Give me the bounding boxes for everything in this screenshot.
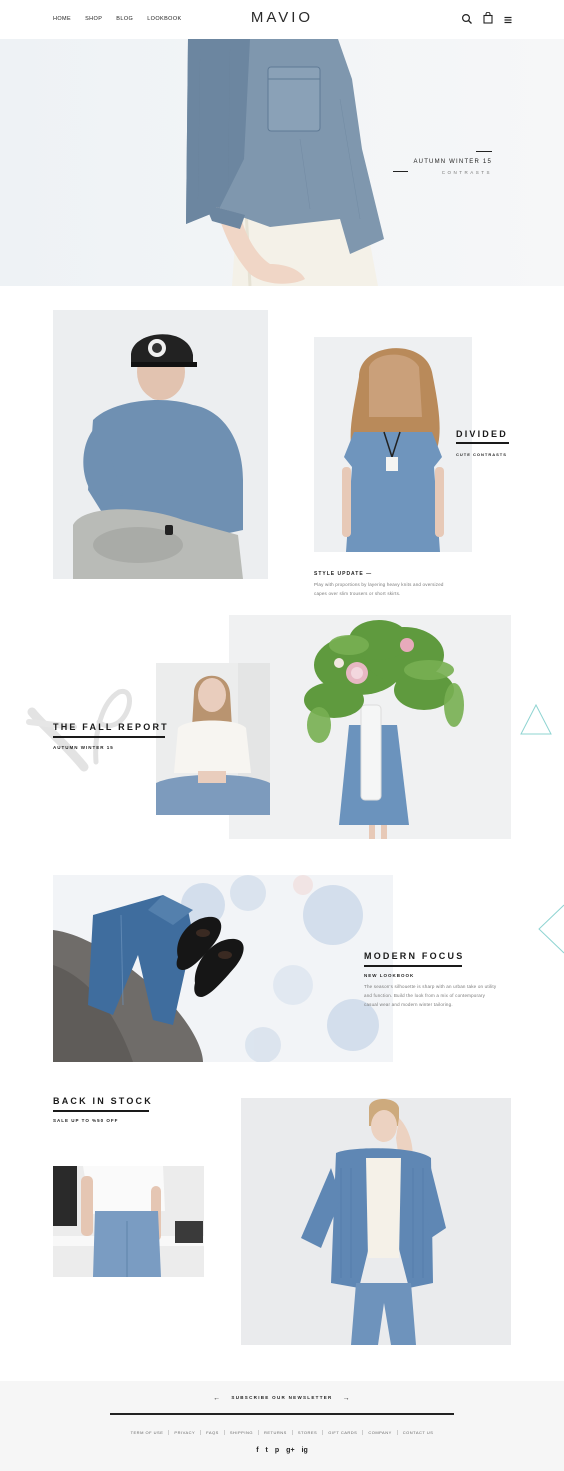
- arrow-left-icon[interactable]: ←: [213, 1395, 221, 1402]
- social-links: f t p g+ ig: [0, 1447, 564, 1454]
- flowers-model-photo[interactable]: [229, 615, 511, 839]
- footer-link-terms[interactable]: TERM OF USE: [126, 1430, 170, 1435]
- search-icon[interactable]: [461, 13, 473, 25]
- newsletter-label[interactable]: SUBSCRIBE OUR NEWSLETTER: [231, 1395, 332, 1400]
- instagram-icon[interactable]: ig: [302, 1447, 308, 1454]
- man-in-cap-image: [73, 334, 243, 579]
- site-header: HOME SHOP BLOG LOOKBOOK MAVIO: [0, 0, 564, 39]
- google-plus-icon[interactable]: g+: [286, 1447, 294, 1454]
- hero-line-decoration-left: [393, 171, 409, 172]
- quilted-jacket-model-photo[interactable]: [241, 1098, 511, 1345]
- footer-divider: [110, 1413, 454, 1415]
- twitter-icon[interactable]: t: [266, 1447, 268, 1454]
- back-in-stock-subtitle: SALE UP TO %50 OFF: [53, 1118, 119, 1123]
- desk-jeans-photo[interactable]: [53, 1166, 204, 1277]
- shopping-bag-icon[interactable]: [482, 12, 494, 24]
- modern-focus-subtitle: NEW LOOKBOOK: [364, 973, 415, 978]
- modern-focus-line-3: casual wear and modern winter tailoring.: [364, 1002, 453, 1007]
- style-update-line-2: capes over slim trousers or short skirts…: [314, 591, 401, 596]
- footer-links: TERM OF USE PRIVACY FAQS SHIPPING RETURN…: [0, 1430, 564, 1435]
- footer-link-privacy[interactable]: PRIVACY: [169, 1430, 202, 1435]
- diamond-outline-decoration: [538, 904, 564, 954]
- site-footer: ← SUBSCRIBE OUR NEWSLETTER → TERM OF USE P…: [0, 1381, 564, 1471]
- pinterest-icon[interactable]: p: [275, 1447, 279, 1454]
- newsletter-subscribe[interactable]: ← SUBSCRIBE OUR NEWSLETTER →: [0, 1395, 564, 1402]
- arrow-right-icon[interactable]: →: [343, 1395, 351, 1402]
- style-update-text: Play with proportions by layering heavy …: [314, 580, 484, 598]
- divided-subtitle: CUTE CONTRASTS: [456, 452, 507, 457]
- modern-focus-text: The season's silhouette is sharp with an…: [364, 982, 544, 1009]
- back-in-stock-underline: [53, 1110, 149, 1112]
- menu-icon[interactable]: [503, 14, 515, 26]
- woman-denim-dress-image: [342, 348, 444, 552]
- fall-report-underline: [53, 736, 165, 738]
- footer-link-company[interactable]: COMPANY: [363, 1430, 398, 1435]
- footer-link-gift-cards[interactable]: GIFT CARDS: [323, 1430, 364, 1435]
- woman-denim-dress-photo[interactable]: [314, 337, 472, 552]
- footer-link-shipping[interactable]: SHIPPING: [225, 1430, 259, 1435]
- footer-link-returns[interactable]: RETURNS: [259, 1430, 293, 1435]
- quilted-jacket-model-image: [301, 1099, 446, 1345]
- desk-jeans-image: [53, 1166, 204, 1277]
- jeans-loafers-image: [53, 875, 379, 1062]
- footer-link-contact[interactable]: CONTACT US: [398, 1430, 439, 1435]
- style-update-title: STYLE UPDATE —: [314, 571, 373, 577]
- jeans-loafers-photo[interactable]: [53, 875, 393, 1062]
- hero-banner[interactable]: AUTUMN WINTER 15 CONTRASTS: [0, 39, 564, 286]
- facebook-icon[interactable]: f: [256, 1447, 258, 1454]
- style-update-line-1: Play with proportions by layering heavy …: [314, 582, 444, 587]
- hero-line-decoration: [476, 151, 492, 152]
- modern-focus-line-2: and function. Build the look from a mix …: [364, 993, 486, 998]
- footer-link-faqs[interactable]: FAQS: [201, 1430, 225, 1435]
- footer-link-stores[interactable]: STORES: [293, 1430, 324, 1435]
- triangle-outline-decoration: [520, 703, 552, 735]
- hero-title: AUTUMN WINTER 15: [413, 159, 492, 165]
- hero-subtitle: CONTRASTS: [441, 170, 492, 175]
- woman-white-tee-image: [156, 663, 270, 815]
- divided-title: DIVIDED: [456, 429, 508, 439]
- site-logo[interactable]: MAVIO: [0, 9, 564, 26]
- modern-focus-title: MODERN FOCUS: [364, 951, 465, 961]
- fall-report-title: THE FALL REPORT: [53, 722, 169, 732]
- woman-white-tee-photo[interactable]: [156, 663, 270, 815]
- fall-report-subtitle: AUTUMN WINTER 15: [53, 745, 114, 750]
- flowers-model-image: [304, 620, 464, 839]
- modern-focus-underline: [364, 965, 462, 967]
- divided-title-underline: [456, 442, 509, 444]
- man-in-cap-photo[interactable]: [53, 310, 268, 579]
- back-in-stock-title: BACK IN STOCK: [53, 1096, 153, 1106]
- modern-focus-line-1: The season's silhouette is sharp with an…: [364, 984, 497, 989]
- hero-caption: AUTUMN WINTER 15 CONTRASTS: [393, 151, 492, 175]
